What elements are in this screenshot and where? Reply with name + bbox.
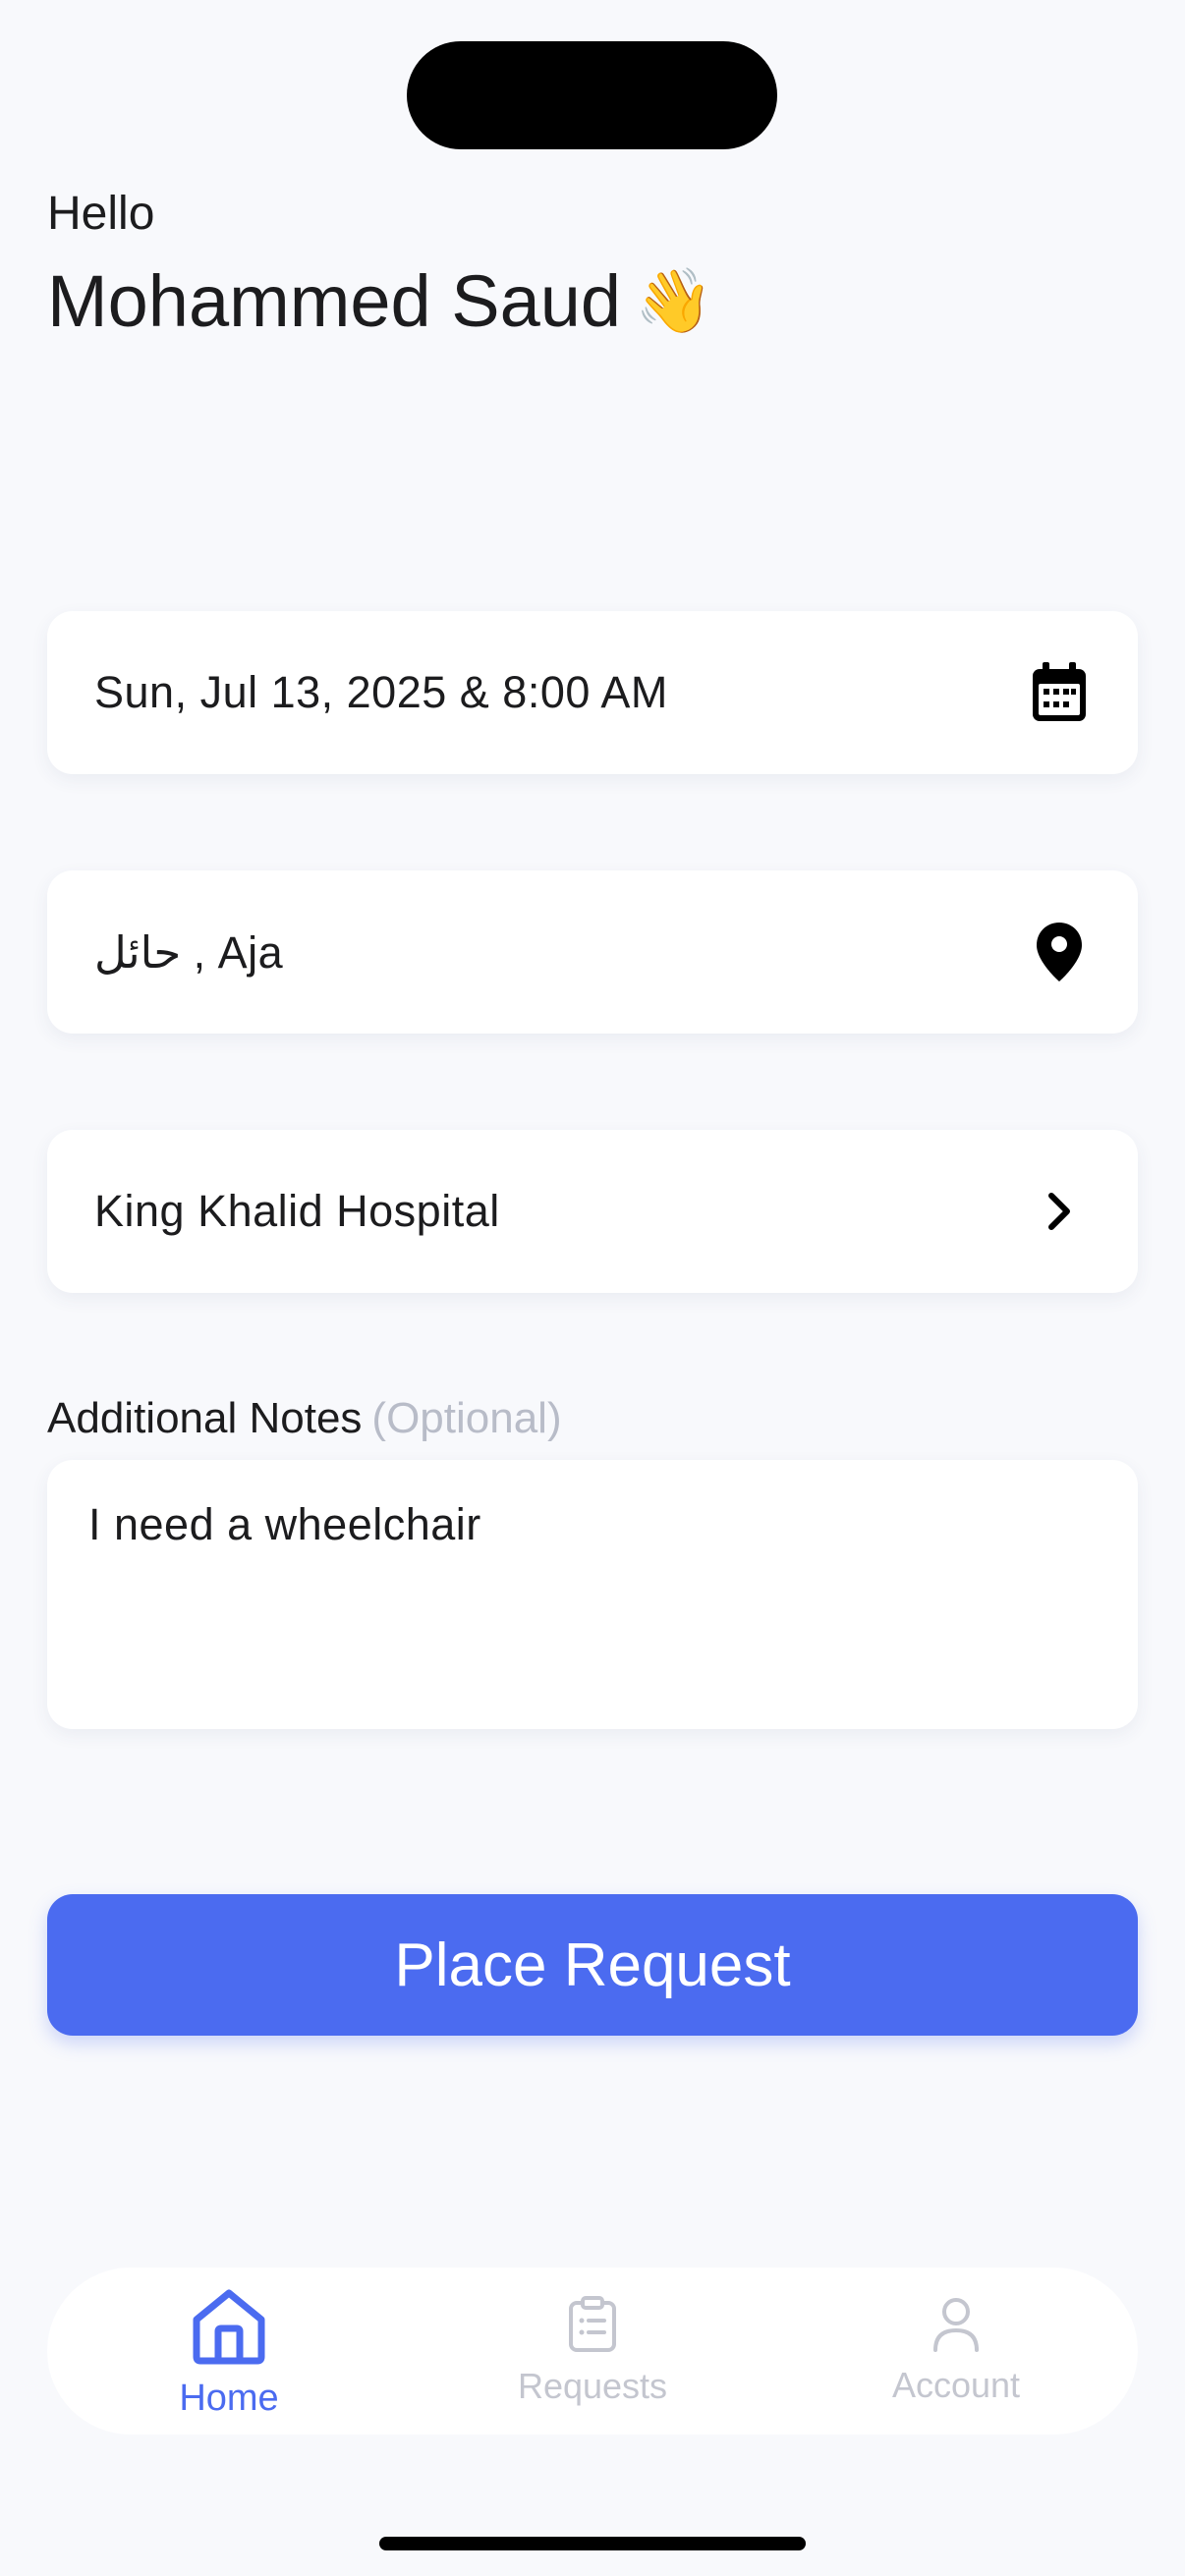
notes-value: I need a wheelchair bbox=[88, 1499, 481, 1549]
tab-requests[interactable]: Requests bbox=[411, 2268, 774, 2435]
tab-home[interactable]: Home bbox=[47, 2268, 411, 2435]
clipboard-icon bbox=[568, 2295, 617, 2358]
bottom-tab-bar: Home Requests Account bbox=[47, 2268, 1138, 2435]
tab-account-label: Account bbox=[891, 2364, 1021, 2405]
user-name-heading: Mohammed Saud 👋 bbox=[47, 257, 713, 346]
datetime-picker[interactable]: Sun, Jul 13, 2025 & 8:00 AM bbox=[47, 611, 1138, 774]
place-request-button[interactable]: Place Request bbox=[47, 1894, 1138, 2036]
map-pin-icon bbox=[1028, 921, 1091, 983]
notes-textarea[interactable]: I need a wheelchair bbox=[47, 1460, 1138, 1729]
notes-optional-hint: (Optional) bbox=[371, 1394, 562, 1442]
tab-requests-label: Requests bbox=[517, 2365, 668, 2406]
location-value: حائل , Aja bbox=[94, 926, 284, 978]
chevron-right-icon bbox=[1028, 1180, 1091, 1243]
calendar-icon bbox=[1028, 661, 1091, 724]
notes-label: Additional Notes (Optional) bbox=[47, 1391, 562, 1446]
hospital-selector[interactable]: King Khalid Hospital bbox=[47, 1130, 1138, 1293]
dynamic-island bbox=[407, 41, 777, 149]
datetime-value: Sun, Jul 13, 2025 & 8:00 AM bbox=[94, 667, 668, 717]
tab-home-label: Home bbox=[179, 2378, 279, 2419]
hospital-value: King Khalid Hospital bbox=[94, 1186, 500, 1236]
location-selector[interactable]: حائل , Aja bbox=[47, 870, 1138, 1034]
waving-hand-emoji: 👋 bbox=[635, 265, 713, 338]
tab-account[interactable]: Account bbox=[774, 2268, 1138, 2435]
home-indicator bbox=[379, 2537, 806, 2550]
home-icon bbox=[191, 2288, 267, 2370]
user-icon bbox=[931, 2297, 981, 2357]
greeting-text: Hello bbox=[47, 188, 155, 240]
notes-label-text: Additional Notes bbox=[47, 1394, 363, 1442]
place-request-label: Place Request bbox=[394, 1931, 791, 1999]
user-name: Mohammed Saud bbox=[47, 260, 622, 342]
